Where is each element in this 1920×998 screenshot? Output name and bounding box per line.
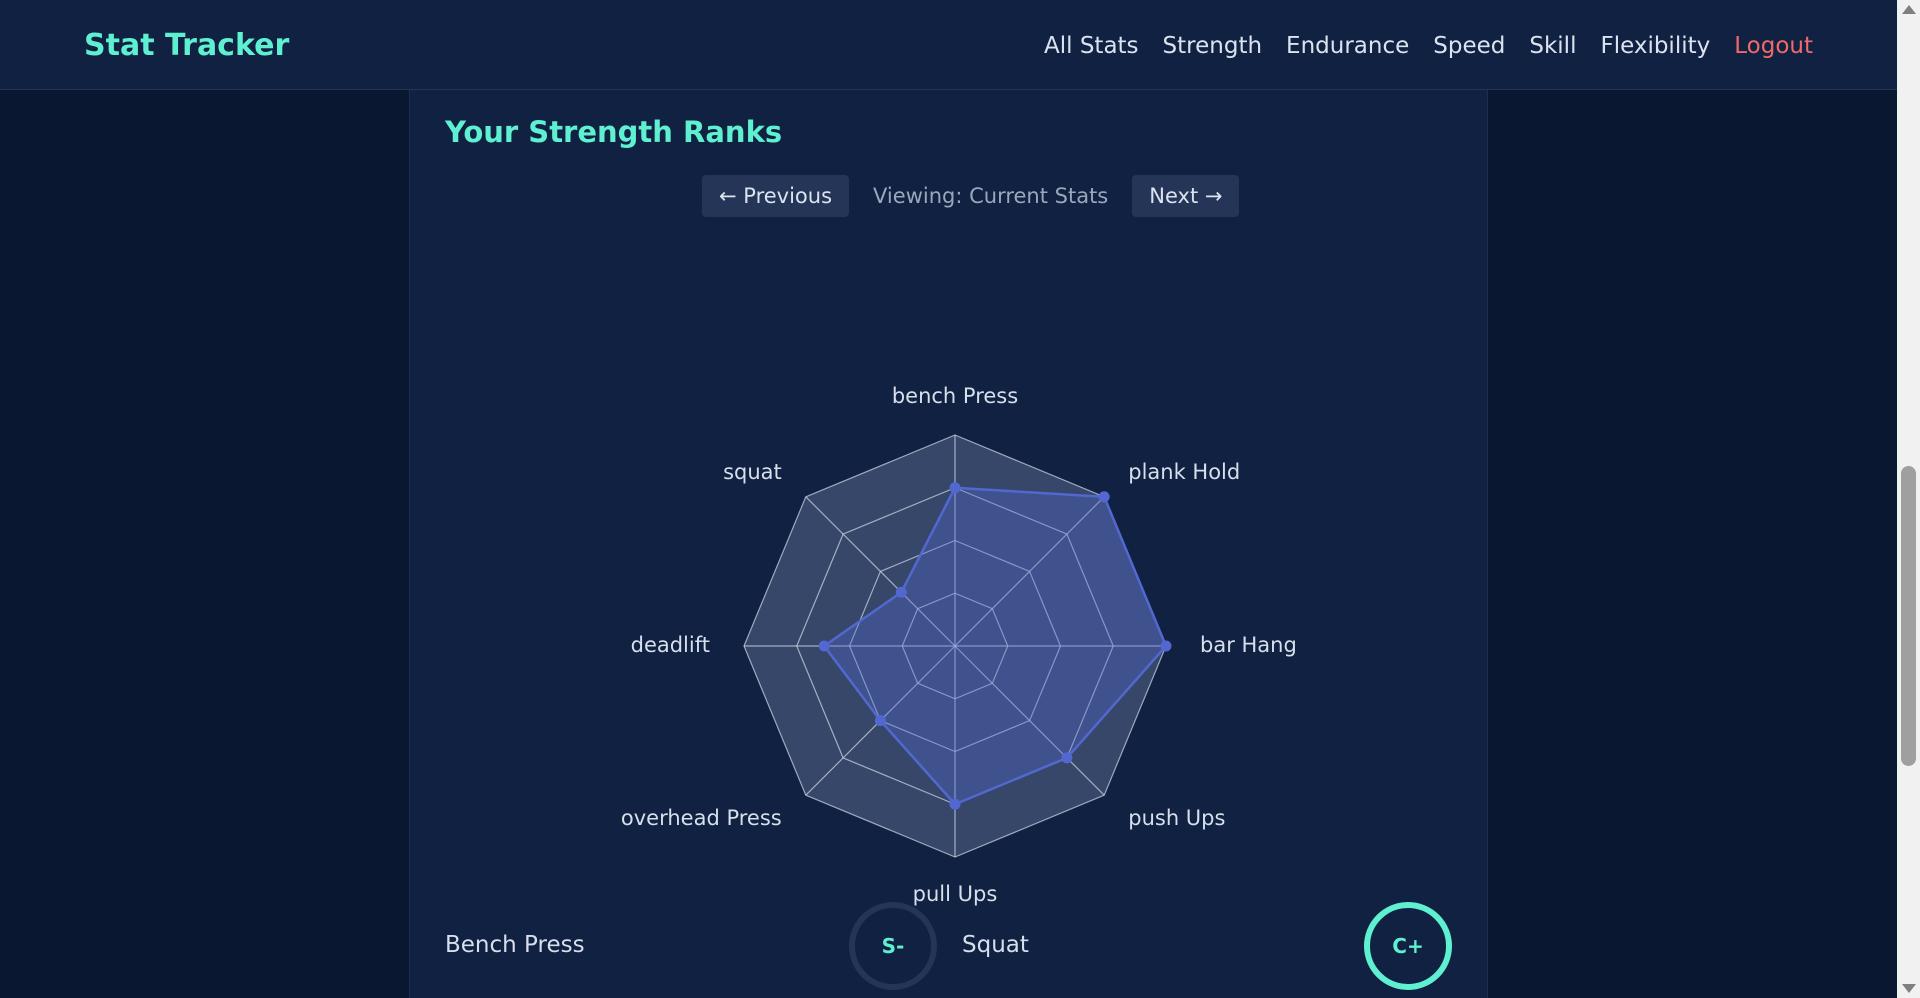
radar-axis-label: overhead Press xyxy=(621,806,782,830)
brand-logo[interactable]: Stat Tracker xyxy=(84,28,289,64)
radar-axis-label: bench Press xyxy=(892,384,1018,408)
rank-grade-bench-press: S- xyxy=(881,934,905,958)
nav-skill[interactable]: Skill xyxy=(1529,30,1576,62)
next-button[interactable]: Next → xyxy=(1132,175,1240,217)
nav-endurance[interactable]: Endurance xyxy=(1286,30,1409,62)
scroll-down-arrow-icon[interactable] xyxy=(1902,984,1916,993)
rank-label-squat: Squat xyxy=(962,932,1029,958)
scroll-up-arrow-icon[interactable] xyxy=(1902,5,1916,14)
nav-strength[interactable]: Strength xyxy=(1163,30,1263,62)
radar-data-point xyxy=(949,798,961,810)
main-panel: Your Strength Ranks ← Previous Viewing: … xyxy=(409,90,1488,998)
radar-data-point xyxy=(1061,752,1073,764)
rank-badge-squat: C+ xyxy=(1362,900,1454,992)
radar-axis-label: plank Hold xyxy=(1128,460,1240,484)
nav-speed[interactable]: Speed xyxy=(1433,30,1505,62)
radar-axis-label: push Ups xyxy=(1128,806,1225,830)
radar-axis-label: deadlift xyxy=(631,633,710,657)
radar-data-point xyxy=(949,482,961,494)
radar-data-point xyxy=(1160,640,1172,652)
nav-links: All Stats Strength Endurance Speed Skill… xyxy=(1044,30,1813,62)
radar-axis-label: bar Hang xyxy=(1200,633,1297,657)
nav-flexibility[interactable]: Flexibility xyxy=(1600,30,1710,62)
viewing-status: Viewing: Current Stats xyxy=(873,184,1109,208)
scroll-thumb[interactable] xyxy=(1901,466,1916,766)
radar-data-point xyxy=(1098,491,1110,503)
rank-label-bench-press: Bench Press xyxy=(445,932,585,958)
logout-link[interactable]: Logout xyxy=(1734,30,1813,62)
radar-chart-container: bench Press plank Hold bar Hang push Ups pul… xyxy=(410,280,1489,930)
nav-all-stats[interactable]: All Stats xyxy=(1044,30,1139,62)
radar-axis-label: squat xyxy=(723,460,782,484)
rank-badge-bench-press: S- xyxy=(847,900,939,992)
radar-data-point xyxy=(818,640,830,652)
previous-button[interactable]: ← Previous xyxy=(702,175,850,217)
radar-data-point xyxy=(895,586,907,598)
page-scrollbar[interactable] xyxy=(1897,0,1920,998)
radar-data-point xyxy=(874,715,886,727)
radar-chart: bench Pressplank Holdbar Hangpush Upspul… xyxy=(621,384,1297,906)
top-navbar: Stat Tracker All Stats Strength Enduranc… xyxy=(0,0,1897,90)
rank-grade-squat: C+ xyxy=(1392,934,1424,958)
history-nav: ← Previous Viewing: Current Stats Next → xyxy=(702,175,1240,217)
page-title: Your Strength Ranks xyxy=(445,115,783,149)
rank-row: Bench Press S- Squat C+ xyxy=(410,900,1489,998)
